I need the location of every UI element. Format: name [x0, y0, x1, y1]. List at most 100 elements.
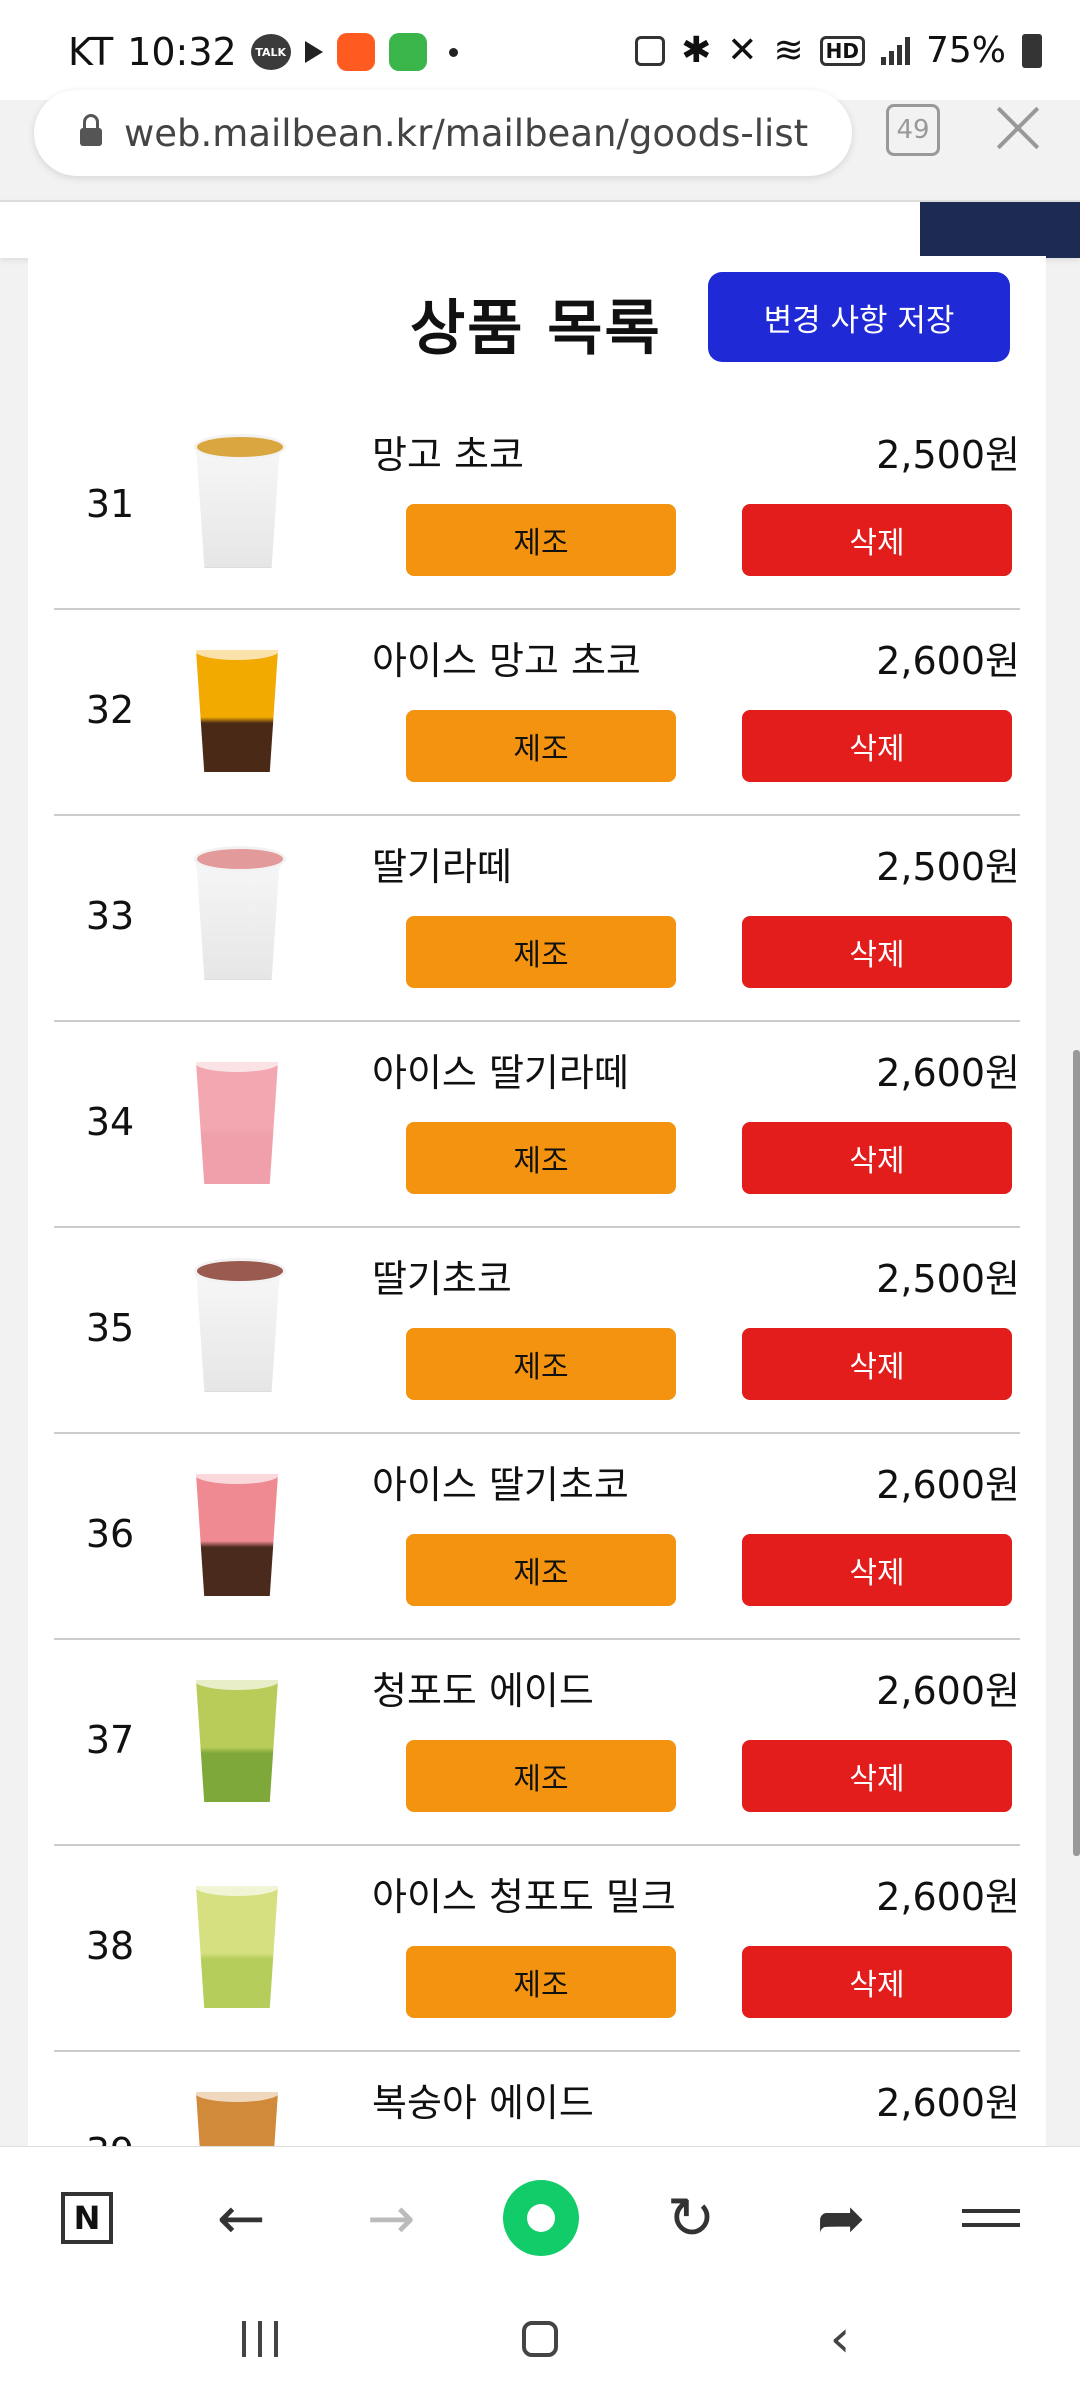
music-app-icon — [336, 33, 375, 71]
make-button[interactable]: 제조 — [406, 504, 676, 576]
site-header — [0, 200, 1080, 258]
green-dot-icon — [503, 2180, 579, 2256]
forward-arrow-icon: → — [366, 2184, 416, 2252]
delete-button[interactable]: 삭제 — [742, 710, 1012, 782]
delete-button[interactable]: 삭제 — [742, 1122, 1012, 1194]
product-name: 청포도 에이드 — [372, 1669, 594, 1713]
play-icon — [304, 41, 323, 63]
page-scrollbar[interactable] — [1073, 1050, 1080, 1856]
product-name: 아이스 딸기라떼 — [372, 1051, 629, 1095]
product-name: 아이스 청포도 밀크 — [372, 1875, 676, 1919]
make-button[interactable]: 제조 — [406, 710, 676, 782]
product-list: 31 망고 초코 2,500원 제조 삭제 32 아이스 망고 초코 2,600원 제조 삭제 33… — [54, 404, 1020, 2146]
product-row: 35 딸기초코 2,500원제조 삭제 — [54, 1228, 1020, 1434]
product-image — [194, 846, 286, 980]
bluetooth-icon: ✱ — [681, 30, 712, 71]
delete-button[interactable]: 삭제 — [742, 1740, 1012, 1812]
wifi-icon: ≋ — [773, 30, 804, 71]
naver-icon: N — [61, 2192, 113, 2244]
back-button[interactable]: ← — [196, 2173, 286, 2263]
product-image — [194, 2082, 280, 2146]
carrier-label: KT — [68, 30, 114, 74]
status-left: KT 10:32 TALK — [68, 30, 458, 74]
page-title: 상품 목록 — [410, 294, 662, 364]
make-button[interactable]: 제조 — [406, 1122, 676, 1194]
address-bar[interactable]: web.mailbean.kr/mailbean/goods-list — [34, 90, 852, 176]
product-price: 2,600원 — [876, 1051, 1020, 1095]
close-icon[interactable] — [990, 100, 1046, 156]
goods-list-card: 상품 목록 변경 사항 저장 31 망고 초코 2,500원 제조 삭제 32 아이스 망고… — [28, 256, 1046, 2146]
menu-button[interactable] — [946, 2173, 1036, 2263]
delete-button[interactable]: 삭제 — [742, 1946, 1012, 2018]
battery-percent: 75% — [925, 30, 1006, 71]
save-changes-button[interactable]: 변경 사항 저장 — [708, 272, 1010, 362]
product-price: 2,600원 — [876, 639, 1020, 683]
product-name: 딸기초코 — [372, 1257, 512, 1301]
product-number: 32 — [85, 688, 135, 732]
product-name: 망고 초코 — [372, 433, 524, 477]
product-row: 32 아이스 망고 초코 2,600원제조 삭제 — [54, 610, 1020, 816]
tab-count-button[interactable]: 49 — [886, 104, 940, 156]
product-image — [194, 434, 286, 568]
product-number: 37 — [85, 1718, 135, 1762]
product-name: 복숭아 에이드 — [372, 2081, 594, 2125]
clock: 10:32 — [127, 30, 237, 74]
reload-icon: ↻ — [666, 2184, 716, 2252]
battery-icon — [1022, 33, 1042, 68]
product-image — [194, 1670, 280, 1802]
product-number: 35 — [85, 1306, 135, 1350]
make-button[interactable]: 제조 — [406, 1328, 676, 1400]
make-button[interactable]: 제조 — [406, 1946, 676, 2018]
product-number: 38 — [85, 1924, 135, 1968]
product-price: 2,600원 — [876, 2081, 1020, 2125]
header-nav-button[interactable] — [920, 202, 1080, 258]
naver-home-button[interactable]: N — [42, 2173, 132, 2263]
hd-voice-icon: HD — [819, 35, 865, 66]
delete-button[interactable]: 삭제 — [742, 1328, 1012, 1400]
make-button[interactable]: 제조 — [406, 916, 676, 988]
product-price: 2,600원 — [876, 1669, 1020, 1713]
product-price: 2,500원 — [876, 433, 1020, 477]
reload-button[interactable]: ↻ — [646, 2173, 736, 2263]
product-row: 34 아이스 딸기라떼 2,600원 제조 삭제 — [54, 1022, 1020, 1228]
product-price: 2,500원 — [876, 1257, 1020, 1301]
product-row: 36 아이스 딸기초코 2,600원 제조 삭제 — [54, 1434, 1020, 1640]
product-image — [194, 1258, 286, 1392]
home-button[interactable] — [500, 2314, 580, 2364]
share-button[interactable]: ➦ — [796, 2173, 886, 2263]
make-button[interactable]: 제조 — [406, 1534, 676, 1606]
title-row: 상품 목록 변경 사항 저장 — [28, 256, 1046, 376]
delete-button[interactable]: 삭제 — [742, 1534, 1012, 1606]
status-bar: KT 10:32 TALK ✱ ✕ ≋ HD 75% — [0, 0, 1080, 100]
product-row: 38 아이스 청포도 밀크 2,600원 제조 삭제 — [54, 1846, 1020, 2052]
hamburger-icon — [962, 2209, 1020, 2227]
product-row: 31 망고 초코 2,500원제조 삭제 — [54, 404, 1020, 610]
recent-apps-button[interactable] — [210, 2314, 310, 2364]
green-app-icon — [388, 33, 427, 71]
make-button[interactable]: 제조 — [406, 1740, 676, 1812]
product-number: 36 — [85, 1512, 135, 1556]
kakaotalk-icon: TALK — [250, 34, 291, 70]
status-right: ✱ ✕ ≋ HD 75% — [635, 30, 1042, 71]
forward-button[interactable]: → — [346, 2173, 436, 2263]
lock-icon — [80, 114, 102, 146]
product-name: 아이스 망고 초코 — [372, 639, 641, 683]
product-number: 31 — [85, 482, 135, 526]
system-back-button[interactable]: ‹ — [800, 2309, 880, 2369]
more-notifications-icon — [448, 47, 458, 57]
signal-icon — [880, 36, 910, 65]
back-chevron-icon: ‹ — [829, 2309, 851, 2369]
delete-button[interactable]: 삭제 — [742, 504, 1012, 576]
product-image — [194, 1876, 280, 2008]
product-row: 37 청포도 에이드 2,600원제조 삭제 — [54, 1640, 1020, 1846]
url-text[interactable]: web.mailbean.kr/mailbean/goods-list — [124, 112, 808, 155]
share-icon: ➦ — [816, 2184, 866, 2252]
product-name: 아이스 딸기초코 — [372, 1463, 629, 1507]
green-dot-button[interactable] — [496, 2173, 586, 2263]
back-arrow-icon: ← — [216, 2184, 266, 2252]
product-row: 33 딸기라떼 2,500원 제조 삭제 — [54, 816, 1020, 1022]
product-name: 딸기라떼 — [372, 845, 512, 889]
alarm-icon — [635, 35, 666, 66]
home-icon — [522, 2321, 558, 2357]
delete-button[interactable]: 삭제 — [742, 916, 1012, 988]
